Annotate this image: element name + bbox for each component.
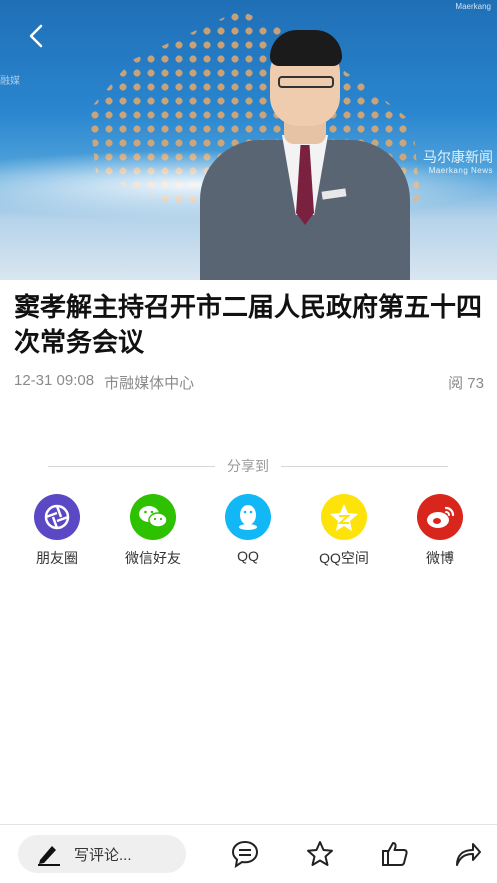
video-player[interactable]: Maerkang 融媒 马尔康新闻 Maerkang News xyxy=(0,0,497,280)
share-heading-label: 分享到 xyxy=(227,458,269,474)
divider-left xyxy=(48,465,215,467)
share-icon xyxy=(456,843,481,866)
bottom-action-bar: 写评论... xyxy=(0,824,497,883)
brand-watermark: 马尔康新闻 Maerkang News xyxy=(423,150,493,178)
star-icon xyxy=(307,841,333,866)
wechat-icon xyxy=(130,494,176,540)
article-meta: 12-31 09:08 市融媒体中心 阅 73 xyxy=(14,372,484,393)
share-heading: 分享到 xyxy=(48,456,448,476)
chevron-left-icon xyxy=(29,24,43,48)
comment-icon xyxy=(231,840,259,869)
share-qzone-button[interactable]: QQ空间 xyxy=(304,494,384,568)
share-label: 微信好友 xyxy=(125,550,181,566)
weibo-icon xyxy=(417,494,463,540)
back-button[interactable] xyxy=(22,22,50,50)
news-anchor-image xyxy=(200,30,410,280)
divider-right xyxy=(281,465,448,467)
moments-icon xyxy=(34,494,80,540)
article-source: 市融媒体中心 xyxy=(104,375,195,392)
brand-sub: Maerkang News xyxy=(428,166,493,175)
share-label: QQ空间 xyxy=(319,550,369,566)
forward-button[interactable] xyxy=(453,839,483,869)
comment-placeholder: 写评论... xyxy=(74,846,132,864)
share-label: 朋友圈 xyxy=(36,550,78,566)
read-count: 阅 73 xyxy=(448,375,484,392)
favorite-button[interactable] xyxy=(305,839,335,869)
share-moments-button[interactable]: 朋友圈 xyxy=(17,494,97,568)
publish-time: 12-31 09:08 xyxy=(14,372,95,389)
share-label: 微博 xyxy=(426,550,454,566)
share-options: 朋友圈 微信好友 QQ QQ空间 微博 xyxy=(0,494,497,574)
qq-icon xyxy=(225,494,271,540)
like-icon xyxy=(382,842,408,866)
share-qq-button[interactable]: QQ xyxy=(208,494,288,564)
pencil-icon xyxy=(36,842,64,866)
share-label: QQ xyxy=(237,548,259,564)
studio-logo: 融媒 xyxy=(0,76,20,87)
like-button[interactable] xyxy=(380,839,410,869)
comment-list-button[interactable] xyxy=(230,839,260,869)
qzone-icon xyxy=(321,494,367,540)
write-comment-input[interactable]: 写评论... xyxy=(18,835,186,873)
brand-name: 马尔康新闻 xyxy=(423,149,493,165)
brand-top-text: Maerkang xyxy=(455,2,491,11)
article-title: 窦孝解主持召开市二届人民政府第五十四次常务会议 xyxy=(14,292,483,357)
share-wechat-button[interactable]: 微信好友 xyxy=(113,494,193,568)
share-weibo-button[interactable]: 微博 xyxy=(400,494,480,568)
